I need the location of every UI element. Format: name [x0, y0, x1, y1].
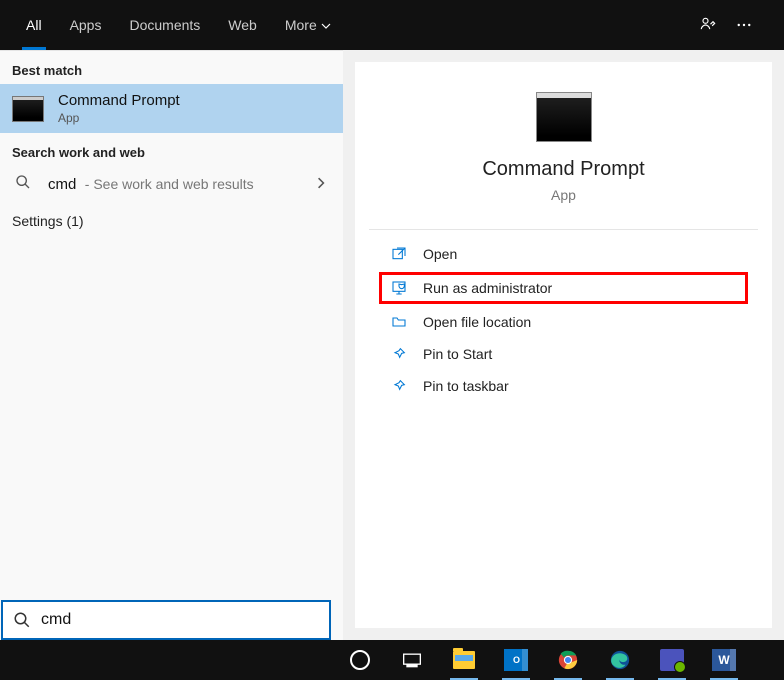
result-command-prompt[interactable]: Command Prompt App [0, 84, 343, 133]
action-open-label: Open [423, 246, 457, 262]
search-section-header: Search work and web [0, 133, 343, 166]
teams-icon [660, 649, 684, 671]
taskbar-file-explorer[interactable] [444, 640, 484, 680]
tab-apps[interactable]: Apps [58, 0, 114, 50]
word-icon: W [712, 649, 736, 671]
tabs-group: All Apps Documents Web More [14, 0, 343, 50]
taskview-icon [402, 652, 422, 668]
taskbar-word[interactable]: W [704, 640, 744, 680]
taskbar: O W [0, 640, 784, 680]
pin-taskbar-icon [391, 378, 407, 394]
search-input-icon [13, 611, 31, 629]
content-area: Best match Command Prompt App Search wor… [0, 50, 784, 640]
preview-app-icon [536, 92, 592, 142]
search-input[interactable] [41, 611, 319, 629]
action-run-as-administrator[interactable]: Run as administrator [379, 272, 748, 304]
preview-pane: Command Prompt App Open Run as administr… [355, 62, 772, 628]
chevron-right-icon [315, 176, 327, 194]
tab-web[interactable]: Web [216, 0, 269, 50]
search-web-query: cmd [48, 176, 76, 193]
taskbar-outlook[interactable]: O [496, 640, 536, 680]
cortana-icon [350, 650, 370, 670]
action-pin-start-label: Pin to Start [423, 346, 492, 362]
taskbar-taskview[interactable] [392, 640, 432, 680]
taskbar-cortana[interactable] [340, 640, 380, 680]
action-open[interactable]: Open [367, 238, 760, 270]
result-text: Command Prompt App [58, 92, 180, 125]
result-subtitle: App [58, 111, 180, 125]
search-icon [12, 174, 34, 195]
preview-header: Command Prompt App [355, 62, 772, 223]
action-run-admin-label: Run as administrator [423, 280, 552, 296]
action-pin-to-start[interactable]: Pin to Start [367, 338, 760, 370]
action-pin-to-taskbar[interactable]: Pin to taskbar [367, 370, 760, 402]
tab-all[interactable]: All [14, 0, 54, 50]
search-tabbar: All Apps Documents Web More [0, 0, 784, 50]
command-prompt-icon [12, 96, 44, 122]
admin-shield-icon [391, 280, 407, 296]
edge-icon [609, 649, 631, 671]
file-explorer-icon [453, 651, 475, 669]
chevron-down-icon [321, 21, 331, 31]
search-web-result[interactable]: cmd - See work and web results [0, 166, 343, 203]
tab-documents[interactable]: Documents [117, 0, 212, 50]
preview-subtitle: App [355, 187, 772, 203]
settings-group-header[interactable]: Settings (1) [0, 203, 343, 235]
divider [369, 229, 758, 230]
action-open-file-location[interactable]: Open file location [367, 306, 760, 338]
pin-start-icon [391, 346, 407, 362]
results-pane: Best match Command Prompt App Search wor… [0, 50, 343, 640]
search-web-text: cmd - See work and web results [48, 176, 254, 194]
tab-more[interactable]: More [273, 0, 343, 50]
folder-icon [391, 314, 407, 330]
topright-controls [696, 13, 784, 37]
feedback-icon[interactable] [696, 13, 720, 37]
tab-more-label: More [285, 17, 317, 33]
more-options-icon[interactable] [732, 13, 756, 37]
chrome-icon [557, 649, 579, 671]
best-match-header: Best match [0, 51, 343, 84]
outlook-icon: O [504, 649, 528, 671]
taskbar-edge[interactable] [600, 640, 640, 680]
result-title: Command Prompt [58, 92, 180, 109]
search-box[interactable] [1, 600, 331, 640]
action-open-location-label: Open file location [423, 314, 531, 330]
action-pin-taskbar-label: Pin to taskbar [423, 378, 509, 394]
taskbar-chrome[interactable] [548, 640, 588, 680]
actions-group: Open Run as administrator Open file loca… [367, 238, 760, 402]
search-web-hint: - See work and web results [85, 176, 254, 192]
taskbar-teams[interactable] [652, 640, 692, 680]
open-icon [391, 246, 407, 262]
preview-title: Command Prompt [355, 158, 772, 181]
